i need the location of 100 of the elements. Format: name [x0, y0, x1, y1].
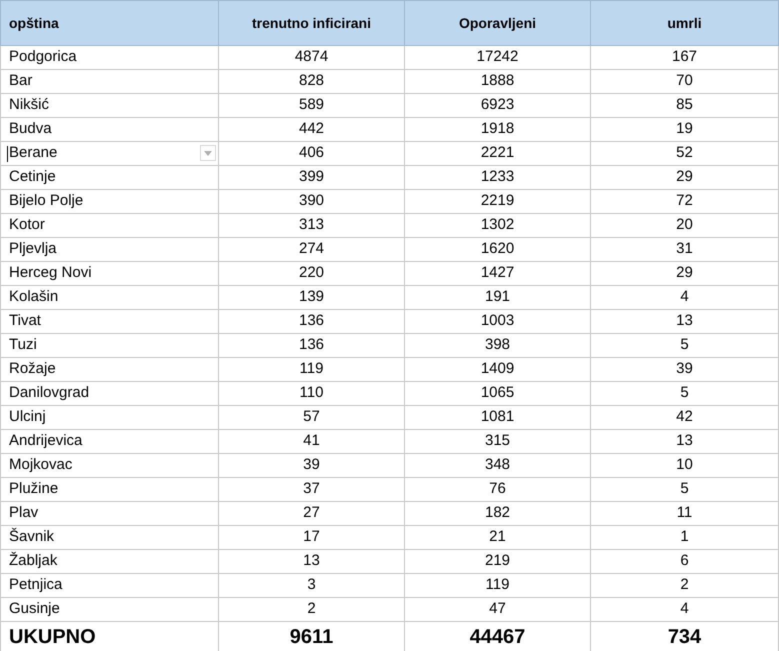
- table-cell-text: 1409: [480, 359, 514, 380]
- table-cell-text: 589: [298, 95, 324, 116]
- table-cell-text: 29: [676, 167, 693, 188]
- total-cell-text: 44467: [470, 625, 526, 650]
- table-cell-text: 442: [298, 119, 324, 140]
- table-cell-text: 6: [680, 551, 689, 572]
- table-cell-text: Plav: [9, 503, 38, 524]
- table-cell-text: 1065: [480, 383, 514, 404]
- table-cell-text: 21: [489, 527, 506, 548]
- table-cell-text: Rožaje: [9, 359, 56, 380]
- table-cell-text: Bijelo Polje: [9, 191, 84, 212]
- table-cell-text: 4: [680, 599, 689, 620]
- table-cell-text: 2221: [480, 143, 514, 164]
- column-header: Oporavljeni: [405, 1, 591, 46]
- table-cell-text: 85: [676, 95, 693, 116]
- table-cell-text: 2: [307, 599, 316, 620]
- table-cell-text: 220: [298, 263, 324, 284]
- table-cell-text: 52: [676, 143, 693, 164]
- total-cell-text: UKUPNO: [9, 625, 96, 650]
- table-cell-text: 57: [303, 407, 320, 428]
- table-cell-text: Gusinje: [9, 599, 60, 620]
- table-cell-text: 11: [676, 503, 692, 524]
- table-cell-text: 76: [489, 479, 506, 500]
- table-cell-text: Cetinje: [9, 167, 56, 188]
- column-header: opština: [1, 1, 219, 46]
- table-cell-text: Plužine: [9, 479, 58, 500]
- table-cell-text: 13: [303, 551, 320, 572]
- table-cell-text: Podgorica: [9, 47, 77, 68]
- table-cell-text: 219: [484, 551, 510, 572]
- table-cell-text: Kolašin: [9, 287, 58, 308]
- table-cell-text: 828: [298, 71, 324, 92]
- table-cell-text: Herceg Novi: [9, 263, 92, 284]
- table-cell-text: 1081: [480, 407, 514, 428]
- table-cell-text: 29: [676, 263, 693, 284]
- table-cell-text: 139: [298, 287, 324, 308]
- table-cell-text: 1233: [480, 167, 514, 188]
- table-cell-text: 5: [680, 479, 689, 500]
- table-cell-text: 119: [300, 359, 324, 380]
- table-cell-text: Tivat: [9, 311, 41, 332]
- table-cell-text: 31: [676, 239, 693, 260]
- table-cell-text: 17242: [476, 47, 518, 68]
- table-cell-text: 37: [303, 479, 320, 500]
- table-cell-text: Žabljak: [9, 550, 58, 572]
- table-cell-text: 42: [676, 407, 693, 428]
- table-cell-text: 398: [484, 335, 510, 356]
- caret-icon: [204, 150, 212, 156]
- table-cell-text: 10: [676, 455, 693, 476]
- dropdown-button[interactable]: [200, 145, 216, 161]
- table-cell-text: 313: [298, 215, 324, 236]
- table-cell-text: 5: [680, 335, 689, 356]
- table-cell-text: 47: [489, 599, 506, 620]
- table-cell-text: 72: [676, 191, 693, 212]
- table-cell-text: Budva: [9, 119, 52, 140]
- table-cell-text: 315: [484, 431, 510, 452]
- table-cell-text: 167: [672, 47, 698, 68]
- table-cell-text: Šavnik: [9, 526, 54, 548]
- table-cell-text: Berane: [9, 143, 58, 164]
- table-cell-text: 1: [680, 527, 689, 548]
- table-cell-text: 399: [298, 167, 324, 188]
- table-cell-text: 2: [680, 575, 689, 596]
- table-cell-text: Bar: [9, 71, 32, 92]
- table-cell-text: 191: [484, 287, 510, 308]
- table-cell-text: Andrijevica: [9, 431, 82, 452]
- table-cell-text: 17: [303, 527, 320, 548]
- table-cell-text: 3: [307, 575, 316, 596]
- table-cell-text: 41: [303, 431, 320, 452]
- column-header: trenutno inficirani: [219, 1, 405, 46]
- table-cell-text: 1427: [480, 263, 514, 284]
- table-cell-text: 136: [298, 335, 324, 356]
- table-cell-text: Nikšić: [9, 95, 49, 116]
- table-cell-text: Tuzi: [9, 335, 37, 356]
- table-cell-text: 1888: [480, 71, 514, 92]
- table-cell-text: 1003: [480, 311, 514, 332]
- table-cell-text: 39: [303, 455, 320, 476]
- table-cell-text: 6923: [480, 95, 514, 116]
- table-cell-text: Petnjica: [9, 575, 62, 596]
- table-cell-text: 13: [676, 311, 693, 332]
- table-cell-text: 1302: [480, 215, 514, 236]
- table-cell-text: 406: [298, 143, 324, 164]
- table-cell-text: 136: [298, 311, 324, 332]
- table-cell-text: 2219: [480, 191, 514, 212]
- table-cell-text: 4: [680, 287, 689, 308]
- table-cell-text: 4874: [294, 47, 328, 68]
- table-cell-text: 27: [303, 503, 320, 524]
- table-cell-text: Danilovgrad: [9, 383, 90, 404]
- table-cell-text: 110: [300, 383, 324, 404]
- table-cell-text: 39: [676, 359, 693, 380]
- table-cell-text: Mojkovac: [9, 455, 72, 476]
- table-cell-text: 348: [484, 455, 510, 476]
- table-cell-text: 5: [680, 383, 689, 404]
- table-cell-text: Pljevlja: [9, 239, 57, 260]
- table-cell-text: 119: [486, 575, 510, 596]
- table-cell-text: 13: [676, 431, 693, 452]
- table-cell-text: 182: [484, 503, 510, 524]
- total-cell-text: 734: [668, 625, 702, 650]
- table-cell-text: 390: [298, 191, 324, 212]
- total-cell-text: 9611: [290, 625, 334, 650]
- table-cell-text: Ulcinj: [9, 407, 46, 428]
- table-cell-text: Kotor: [9, 215, 45, 236]
- table-cell-text: 274: [298, 239, 324, 260]
